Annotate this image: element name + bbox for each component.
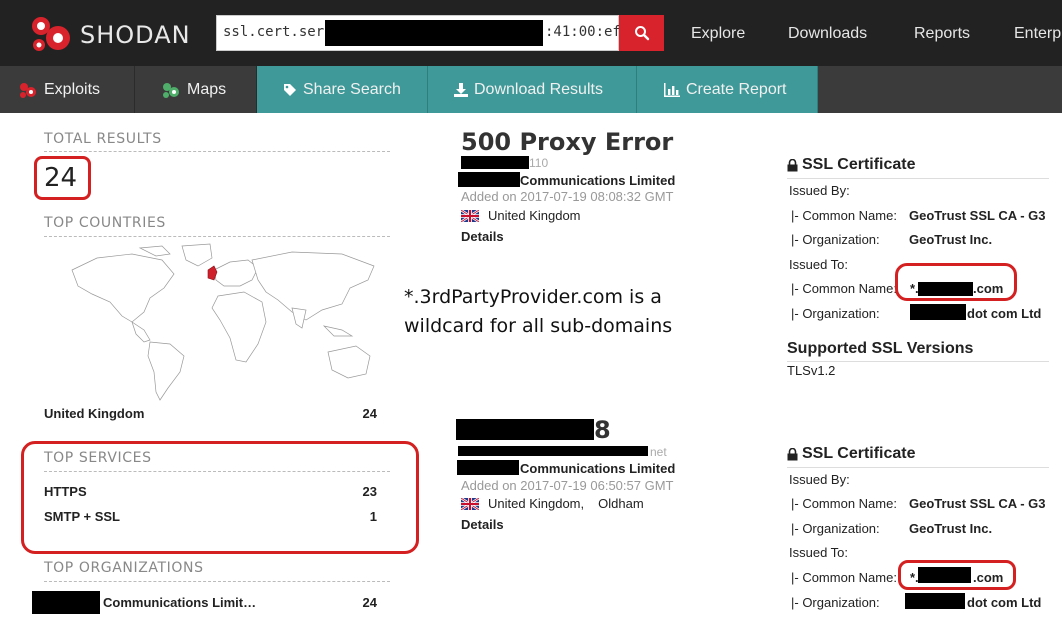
search-button[interactable] [619, 15, 664, 51]
issuer-cn-value: GeoTrust SSL CA - G3 [909, 208, 1046, 223]
download-results-label: Download Results [474, 80, 603, 98]
bar-chart-icon [664, 82, 680, 97]
top-countries-heading: TOP COUNTRIES [44, 215, 166, 231]
divider [787, 361, 1049, 362]
nav-reports[interactable]: Reports [914, 25, 970, 43]
subject-org-value: dot com Ltd [967, 306, 1042, 321]
issuer-cn-label: |- Common Name: [791, 208, 897, 223]
lock-icon [787, 158, 798, 171]
nav-downloads[interactable]: Downloads [788, 25, 867, 43]
issuer-cn-value: GeoTrust SSL CA - G3 [909, 496, 1046, 511]
result-ip[interactable]: 110 [529, 156, 548, 170]
result-country[interactable]: United Kingdom [488, 208, 581, 223]
search-query-suffix: :41:00:ef: [545, 24, 630, 40]
divider [44, 236, 390, 237]
top-organizations-heading: TOP ORGANIZATIONS [44, 560, 204, 576]
country-count: 24 [362, 406, 377, 421]
issuer-org-value: GeoTrust Inc. [909, 232, 993, 247]
download-icon [454, 82, 468, 97]
issued-to-label: Issued To: [789, 257, 849, 272]
download-results-button[interactable]: Download Results [428, 66, 637, 113]
sub-navbar: Exploits Maps Share Search Download Resu… [0, 66, 1062, 113]
divider [44, 581, 390, 582]
issuer-org-label: |- Organization: [791, 521, 880, 536]
organization-count: 24 [362, 595, 377, 610]
redaction-bar [458, 446, 648, 456]
subject-cn-label: |- Common Name: [791, 570, 897, 585]
ssl-versions: TLSv1.2 [787, 363, 836, 378]
result-country[interactable]: United Kingdom [488, 496, 581, 511]
result-city[interactable]: Oldham [598, 496, 644, 511]
subnav-exploits-label: Exploits [44, 80, 101, 98]
search-icon [634, 26, 649, 41]
share-search-label: Share Search [303, 80, 401, 98]
redaction-bar [457, 460, 519, 475]
issued-by-label: Issued By: [789, 183, 850, 198]
create-report-label: Create Report [686, 80, 787, 98]
annotation-highlight-total [34, 156, 91, 200]
shodan-logo[interactable]: SHODAN [28, 12, 190, 54]
uk-flag-icon [461, 209, 479, 222]
result-organization[interactable]: Communications Limited [520, 173, 675, 188]
maps-icon [161, 81, 181, 99]
lock-icon [787, 447, 798, 460]
result-organization[interactable]: Communications Limited [520, 461, 675, 476]
search-input[interactable]: ssl.cert.serial: :41:00:ef: [216, 15, 629, 51]
issuer-org-label: |- Organization: [791, 232, 880, 247]
result-added-date: Added on 2017-07-19 08:08:32 GMT [461, 189, 674, 204]
subject-cn-label: |- Common Name: [791, 281, 897, 296]
subject-org-value: dot com Ltd [967, 595, 1042, 610]
issued-to-label: Issued To: [789, 545, 849, 560]
country-name[interactable]: United Kingdom [44, 406, 144, 421]
result-details-link[interactable]: Details [461, 517, 504, 532]
issuer-org-value: GeoTrust Inc. [909, 521, 993, 536]
subnav-maps[interactable]: Maps [135, 66, 257, 113]
divider [787, 178, 1049, 179]
organization-name[interactable]: Communications Limit… [103, 595, 256, 610]
total-results-heading: TOTAL RESULTS [44, 131, 162, 147]
subnav-exploits[interactable]: Exploits [0, 66, 135, 113]
subject-org-label: |- Organization: [791, 595, 880, 610]
result-location: United Kingdom, Oldham [461, 496, 644, 511]
ssl-certificate-heading-text: SSL Certificate [802, 445, 916, 462]
divider [787, 467, 1049, 468]
result-details-link[interactable]: Details [461, 229, 504, 244]
uk-flag-icon [461, 497, 479, 510]
redaction-bar [325, 20, 543, 46]
redaction-bar [458, 172, 520, 187]
annotation-highlight-cn [895, 263, 1017, 301]
tag-icon [283, 83, 297, 97]
issued-by-label: Issued By: [789, 472, 850, 487]
annotation-note: *.3rdPartyProvider.com is a wildcard for… [404, 286, 673, 337]
nav-explore[interactable]: Explore [691, 25, 745, 43]
subnav-maps-label: Maps [187, 80, 227, 98]
top-navbar: SHODAN ssl.cert.serial: :41:00:ef: Explo… [0, 0, 1062, 66]
result-title[interactable]: 500 Proxy Error [461, 128, 673, 156]
shodan-logo-icon [32, 17, 70, 51]
redaction-bar [910, 304, 966, 320]
redaction-bar [461, 156, 529, 169]
exploits-icon [18, 81, 38, 99]
share-search-button[interactable]: Share Search [257, 66, 428, 113]
annotation-highlight-cn [898, 560, 1016, 590]
redaction-bar [905, 593, 965, 609]
ssl-certificate-heading: SSL Certificate [787, 445, 916, 463]
redaction-bar [456, 419, 594, 440]
result-added-date: Added on 2017-07-19 06:50:57 GMT [461, 478, 674, 493]
issuer-cn-label: |- Common Name: [791, 496, 897, 511]
result-location: United Kingdom [461, 208, 581, 223]
world-map [71, 243, 375, 401]
nav-enterprise[interactable]: Enterp [1014, 25, 1061, 43]
annotation-highlight-services [21, 441, 419, 554]
brand-name: SHODAN [80, 21, 191, 49]
supported-ssl-versions-heading: Supported SSL Versions [787, 340, 974, 357]
result-title[interactable]: 8 [594, 416, 611, 444]
result-ip[interactable]: net [650, 445, 667, 459]
ssl-certificate-heading: SSL Certificate [787, 156, 916, 174]
redaction-bar [32, 591, 100, 614]
divider [44, 151, 390, 152]
create-report-button[interactable]: Create Report [637, 66, 818, 113]
ssl-certificate-heading-text: SSL Certificate [802, 156, 916, 173]
subject-org-label: |- Organization: [791, 306, 880, 321]
